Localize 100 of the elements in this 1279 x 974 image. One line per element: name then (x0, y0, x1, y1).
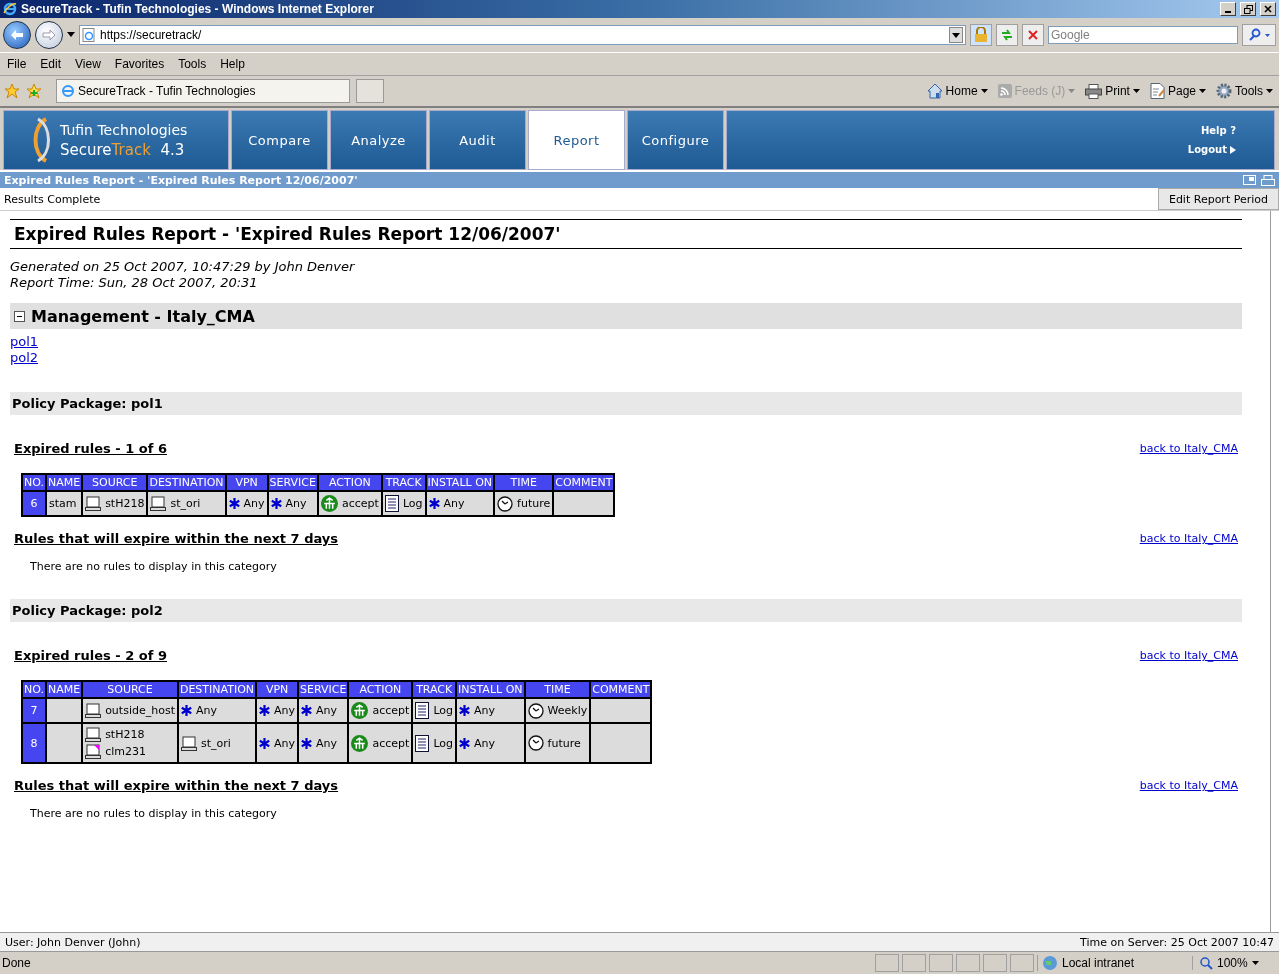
accept-icon (351, 702, 369, 719)
dropdown-icon[interactable] (949, 27, 963, 43)
zoom-control[interactable]: 100% (1192, 956, 1279, 970)
generated-info: Generated on 25 Oct 2007, 10:47:29 by John Denver (10, 259, 356, 275)
policy-link[interactable]: pol1 (10, 334, 39, 350)
caret-icon (1068, 89, 1076, 93)
nav-tab[interactable]: Report (528, 110, 625, 170)
document-icon (384, 495, 399, 512)
printer-icon[interactable] (1261, 174, 1275, 186)
page-icon (82, 28, 96, 42)
command-button[interactable]: Home (926, 83, 988, 99)
results-status: Results Complete (4, 192, 101, 206)
empty-message: There are no rules to display in this category (30, 560, 278, 573)
cell-text: Log (433, 736, 454, 750)
asterisk-icon (259, 705, 271, 716)
menu-item[interactable]: Edit (33, 57, 69, 71)
refresh-icon (1000, 28, 1014, 42)
nav-tab[interactable]: Compare (231, 110, 328, 170)
cell-text: st_ori (200, 736, 231, 750)
back-link[interactable]: back to Italy_CMA (1139, 649, 1238, 662)
feed-icon (997, 84, 1012, 98)
cell-text: Log (402, 497, 423, 510)
edit-report-period-button[interactable]: Edit Report Period (1157, 188, 1279, 210)
column-header: DESTINATION (147, 474, 226, 491)
popout-icon[interactable] (1243, 174, 1258, 186)
forward-button[interactable] (35, 21, 63, 49)
command-button[interactable]: Tools (1216, 83, 1273, 99)
asterisk-icon (459, 705, 471, 716)
nav-tab[interactable]: Audit (429, 110, 526, 170)
management-title: Management - Italy_CMA (31, 306, 255, 326)
back-button[interactable] (3, 21, 31, 49)
cell-text: accept (372, 704, 410, 717)
computer-icon (85, 703, 102, 718)
report-bar-title: Expired Rules Report - 'Expired Rules Report 12/06/2007' (4, 173, 359, 187)
menu-item[interactable]: File (0, 57, 34, 71)
search-icon (1247, 28, 1271, 42)
server-time: Time on Server: 25 Oct 2007 10:47 (1080, 935, 1274, 949)
caret-icon (1251, 961, 1259, 965)
column-header: TRACK (412, 681, 457, 698)
address-field[interactable]: https://securetrack/ (79, 25, 966, 45)
rule-number: 8 (22, 723, 46, 763)
menu-item[interactable]: Favorites (107, 57, 172, 71)
search-field[interactable]: Google (1048, 26, 1238, 44)
policy-link[interactable]: pol2 (10, 350, 39, 366)
minimize-button[interactable] (1220, 2, 1236, 16)
section-title: Rules that will expire within the next 7 days (14, 778, 339, 793)
cell-text: st_ori (170, 497, 201, 510)
logout-link[interactable]: Logout (1187, 144, 1236, 155)
caret-icon (1199, 89, 1206, 93)
computer-icon (85, 496, 102, 511)
stop-button[interactable] (1022, 24, 1044, 46)
cell-text: stH218 (105, 497, 145, 510)
column-header: NO. (22, 474, 46, 491)
nav-tab[interactable]: Analyze (330, 110, 427, 170)
asterisk-icon (270, 498, 282, 509)
back-link[interactable]: back to Italy_CMA (1139, 779, 1238, 792)
nav-tab[interactable]: Configure (627, 110, 724, 170)
back-link[interactable]: back to Italy_CMA (1139, 442, 1238, 455)
empty-message: There are no rules to display in this category (30, 807, 278, 820)
browser-logo-icon (3, 2, 17, 16)
command-button[interactable]: Print (1085, 83, 1140, 99)
command-button[interactable]: Page (1149, 83, 1206, 99)
column-header: SERVICE (267, 474, 318, 491)
globe-icon (1042, 955, 1058, 971)
search-button[interactable] (1242, 24, 1276, 46)
back-link[interactable]: back to Italy_CMA (1139, 532, 1238, 545)
cell-text: Any (316, 704, 338, 717)
caret-icon[interactable] (67, 32, 75, 38)
cell-text: Any (316, 736, 338, 750)
cell-text: stH218 (105, 728, 145, 741)
menu-item[interactable]: Tools (171, 57, 214, 71)
back-arrow-icon (10, 29, 24, 41)
cell-text: accept (341, 497, 379, 510)
column-header: INSTALL ON (425, 474, 495, 491)
menu-item[interactable]: View (68, 57, 108, 71)
column-header: VPN (225, 474, 268, 491)
restore-icon (1243, 4, 1253, 14)
refresh-button[interactable] (996, 24, 1018, 46)
computer-icon (85, 727, 102, 742)
column-header: SOURCE (82, 474, 148, 491)
star-icon[interactable] (4, 83, 20, 99)
report-title: Expired Rules Report - 'Expired Rules Report 12/06/2007' (10, 219, 1242, 249)
rule-number: 7 (22, 698, 46, 723)
close-button[interactable] (1260, 2, 1276, 16)
security-zone: Local intranet (1062, 956, 1135, 970)
cell-text: Any (195, 704, 217, 717)
report-time: Report Time: Sun, 28 Oct 2007, 20:31 (10, 275, 259, 291)
column-header: SOURCE (82, 681, 178, 698)
cell-text: future (547, 736, 581, 750)
accept-icon (320, 495, 338, 512)
lock-button[interactable] (970, 24, 992, 46)
collapse-icon[interactable] (14, 310, 25, 322)
caret-icon (1132, 89, 1140, 93)
browser-tab[interactable]: SecureTrack - Tufin Technologies (56, 79, 350, 103)
menu-item[interactable]: Help (213, 57, 252, 71)
restore-button[interactable] (1240, 2, 1256, 16)
caret-icon (980, 89, 988, 93)
cell-text: accept (372, 736, 410, 750)
help-link[interactable]: Help ? (1200, 125, 1236, 136)
column-header: ACTION (348, 681, 413, 698)
